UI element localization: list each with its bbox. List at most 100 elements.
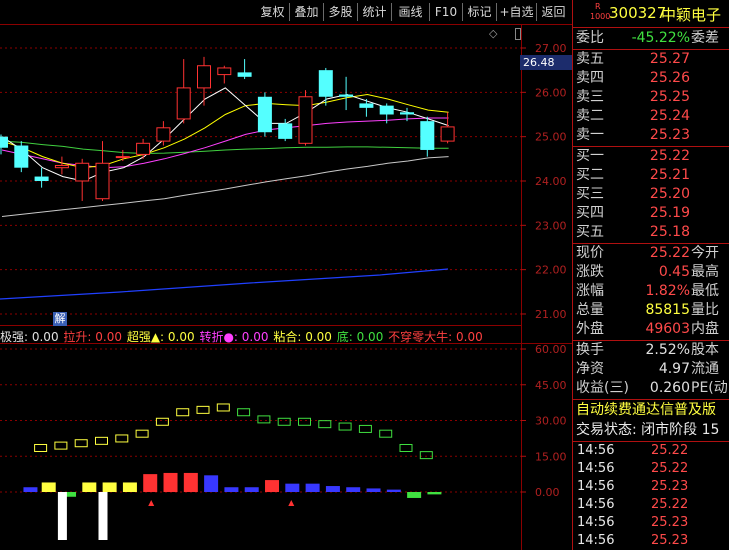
tick-price: 25.23 — [651, 533, 689, 548]
candle-body — [14, 145, 29, 168]
candle-body — [34, 176, 49, 181]
indicator-tick-label: 30.00 — [535, 415, 567, 428]
indicator-box — [338, 422, 352, 431]
ind-label-daniu: 不穿零大牛: 0.00 — [388, 330, 483, 344]
current-price-tag: 26.48 — [520, 55, 572, 70]
kline-chart[interactable]: 27.00 26.00 25.00 24.00 23.00 22.00 21.00 60.0… — [0, 0, 572, 550]
tick-price: 25.23 — [651, 515, 689, 530]
indicator-box — [419, 451, 433, 460]
price-tick-label: 24.00 — [535, 175, 567, 188]
quote-label2: 今开 — [691, 245, 719, 261]
tick-time: 14:56 — [577, 497, 615, 512]
candle-body — [298, 96, 313, 144]
candle-body — [359, 103, 374, 108]
quote-panel: R 1000 300327 中颖电子 委比 -45.22% 委差 卖五 25.27… — [572, 0, 729, 550]
price-tick-label: 22.00 — [535, 264, 567, 277]
quote-label2: 最低 — [691, 283, 719, 299]
indicator-block — [305, 483, 320, 492]
tick-time: 14:56 — [577, 461, 615, 476]
stock-name: 中颖电子 — [661, 6, 722, 24]
ask-price: 25.24 — [649, 108, 690, 124]
notice-text: 自动续费通达信普及版 — [576, 402, 716, 418]
ind-label-zhuanzhe: 转折●: 0.00 — [199, 330, 269, 344]
bid-row: 买五 25.18 — [573, 223, 729, 242]
tick-price: 25.22 — [651, 497, 689, 512]
indicator-block — [407, 492, 422, 498]
quote-value: 49603 — [645, 321, 690, 337]
stock-title[interactable]: R 1000 300327 中颖电子 — [573, 0, 729, 26]
quote-label2: 最高 — [691, 264, 719, 280]
indicator-block — [183, 472, 198, 492]
indicator-header: 极强: 0.00 拉升: 0.00 超强▲: 0.00 转折●: 0.00 粘合… — [0, 328, 484, 344]
candle-body — [420, 121, 435, 150]
indicator-block — [366, 488, 381, 492]
indicator-box — [277, 417, 291, 426]
bid-price: 25.19 — [649, 205, 690, 221]
price-tick-label: 26.00 — [535, 86, 567, 99]
indicator-block — [82, 482, 97, 492]
ask-price: 25.26 — [649, 70, 690, 86]
indicator-triangle — [288, 500, 295, 506]
wei-bi-label: 委比 — [576, 30, 604, 46]
tick-price: 25.22 — [651, 461, 689, 476]
tick-row: 14:56 25.23 — [573, 514, 729, 532]
fund-label2: 流通 — [691, 361, 719, 377]
quote-row: 涨幅 1.82% 最低 — [573, 282, 729, 301]
tick-row: 14:56 25.22 — [573, 442, 729, 460]
ind-label-jiqiang: 极强: 0.00 — [0, 330, 59, 344]
quote-label: 涨跌 — [576, 264, 604, 280]
price-tick-label: 25.00 — [535, 131, 567, 144]
candle-body — [176, 87, 191, 120]
candle-body — [75, 162, 90, 182]
quote-row: 涨跌 0.45 最高 — [573, 263, 729, 282]
r-badge-sub: 1000 — [590, 12, 611, 21]
candle-body — [278, 123, 293, 139]
scroll-handle[interactable] — [515, 28, 521, 40]
trade-status-text: 交易状态: 闭市阶段 15 — [576, 422, 720, 438]
indicator-box — [216, 403, 230, 412]
indicator-block — [265, 480, 280, 492]
bid-price: 25.22 — [649, 148, 690, 164]
bid-label: 买一 — [576, 148, 604, 164]
quote-row: 现价 25.22 今开 — [573, 244, 729, 263]
bid-label: 买二 — [576, 167, 604, 183]
indicator-box — [379, 429, 393, 438]
ma5-line — [1, 87, 449, 182]
bid-row: 买一 25.22 — [573, 147, 729, 166]
indicator-block — [122, 482, 137, 492]
indicator-tick-label: 60.00 — [535, 343, 567, 356]
ma30-line — [1, 140, 449, 155]
fund-value: 4.97 — [658, 361, 690, 377]
diamond-icon[interactable]: ◇ — [489, 27, 497, 40]
r-badge: R — [595, 2, 601, 11]
indicator-white-bar — [57, 492, 67, 540]
candle-body — [136, 142, 151, 155]
wei-cha-label: 委差 — [691, 30, 719, 46]
indicator-block — [346, 487, 361, 492]
notice-link[interactable]: 自动续费通达信普及版 — [573, 401, 729, 420]
bid-label: 买三 — [576, 186, 604, 202]
unlock-badge[interactable]: 解 — [53, 312, 67, 326]
indicator-box — [196, 405, 210, 414]
indicator-tick-label: 45.00 — [535, 379, 567, 392]
indicator-box — [399, 443, 413, 452]
candle-body — [339, 94, 354, 97]
price-tick-label: 21.00 — [535, 308, 567, 321]
candle-body — [54, 164, 69, 169]
indicator-box — [176, 408, 190, 417]
quote-value: 85815 — [645, 302, 690, 318]
ask-label: 卖五 — [576, 51, 604, 67]
candle-body — [217, 67, 232, 76]
fund-label2: PE(动 — [691, 380, 728, 396]
indicator-box — [237, 408, 251, 417]
stock-code: 300327 — [609, 4, 667, 22]
quote-value: 25.22 — [649, 245, 690, 261]
tick-row: 14:56 25.23 — [573, 532, 729, 550]
indicator-block — [224, 487, 239, 492]
tick-time: 14:56 — [577, 533, 615, 548]
ask-row: 卖三 25.25 — [573, 88, 729, 107]
fund-row: 收益(三) 0.260 PE(动 — [573, 379, 729, 398]
candle-body — [197, 65, 211, 89]
indicator-box — [298, 417, 311, 426]
bid-label: 买五 — [576, 224, 604, 240]
